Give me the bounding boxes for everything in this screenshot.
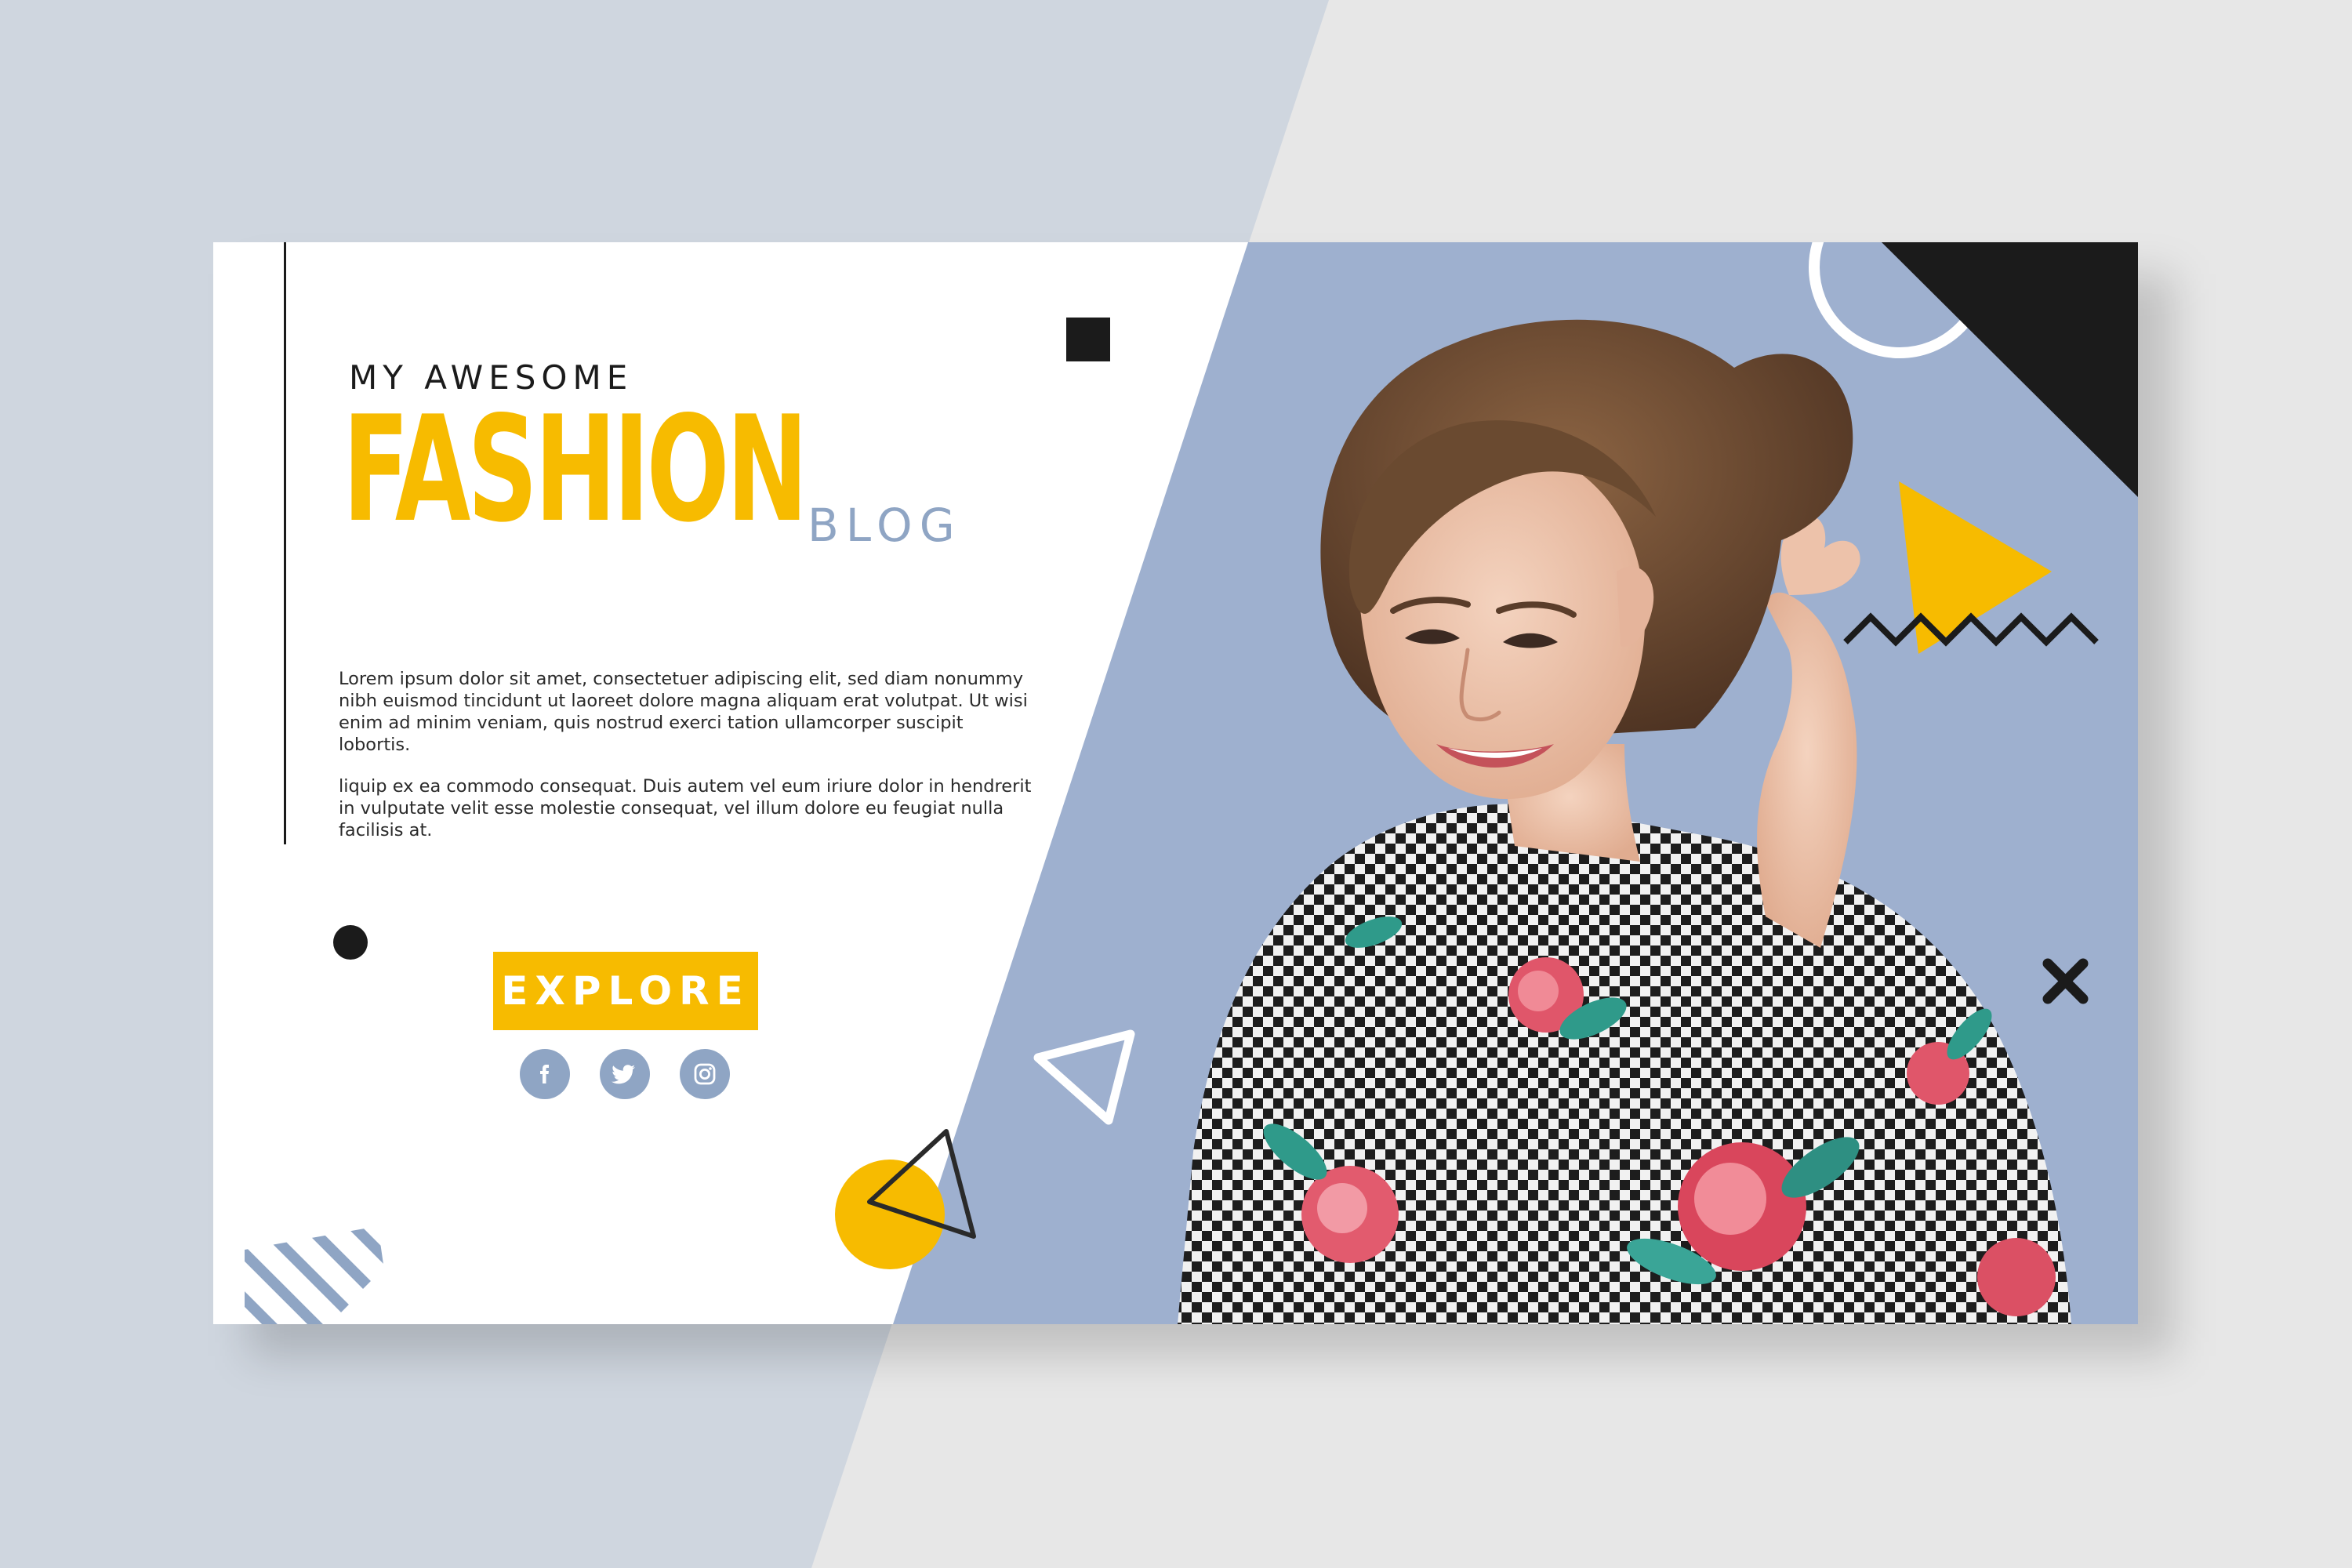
corner-triangle-decoration [1882,242,2138,497]
zigzag-decoration [1843,612,2099,647]
memphis-decorations [245,242,2138,1324]
square-decoration [1066,318,1110,361]
fashion-banner: MY AWESOME FASHION BLOG Lorem ipsum dolo… [213,242,2138,1324]
outline-triangle-decoration [1033,1029,1135,1125]
dot-decoration [333,925,368,960]
striped-patch-decoration [245,1226,392,1324]
cross-decoration [2042,958,2089,1004]
yellow-circle-decoration [835,1160,945,1269]
